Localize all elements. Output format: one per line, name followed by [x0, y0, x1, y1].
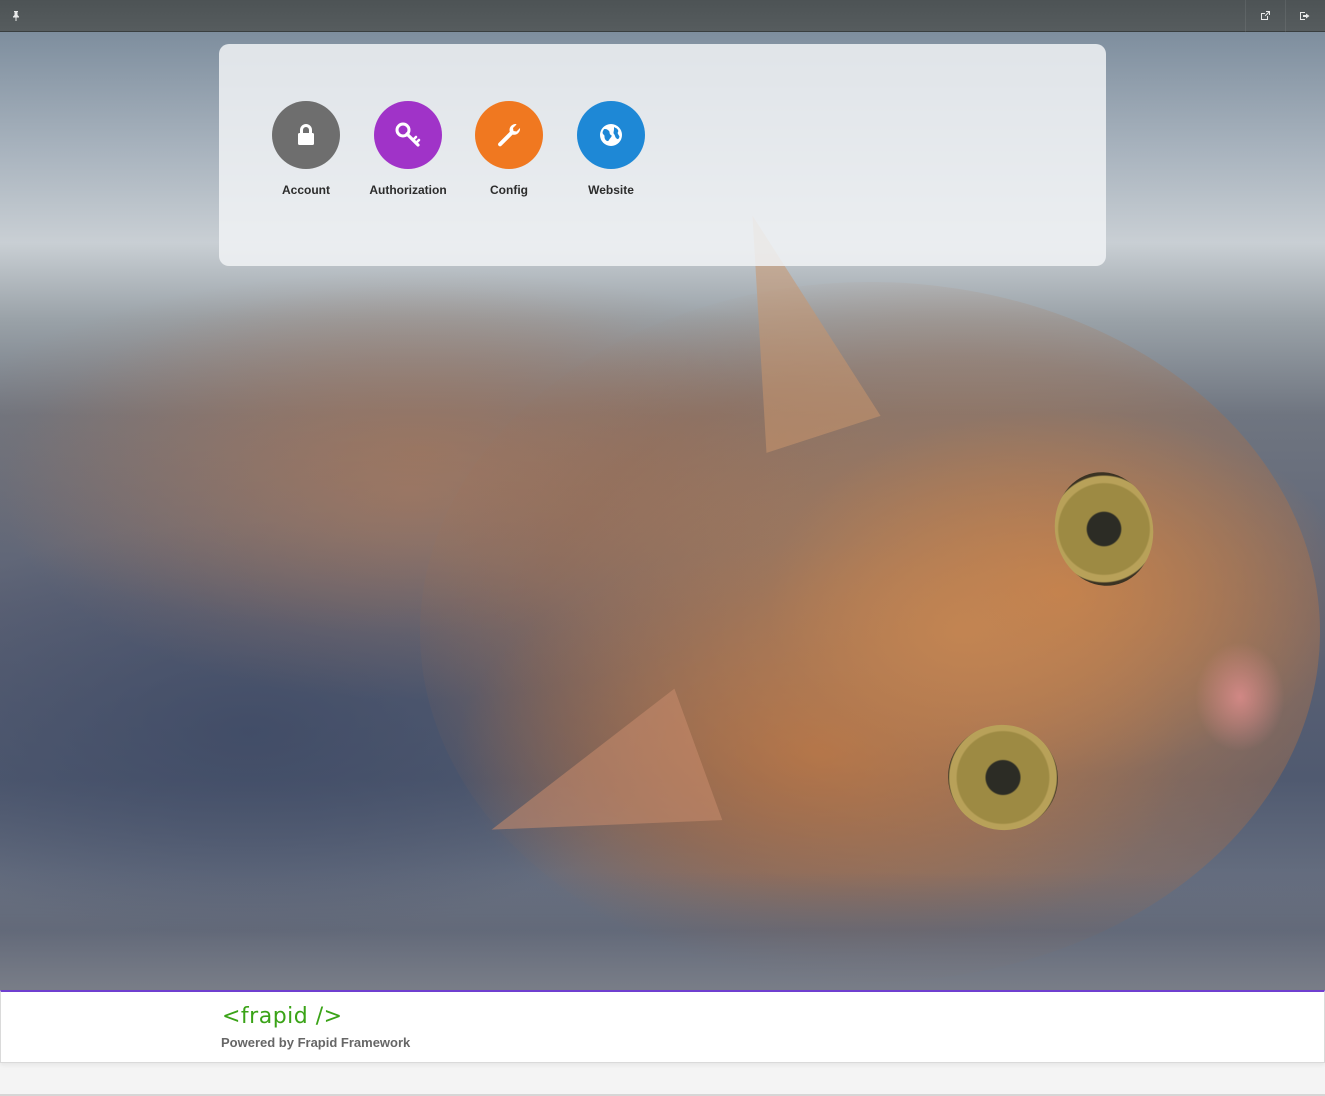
sign-out-button[interactable] — [1285, 0, 1323, 32]
app-tile-authorization[interactable]: Authorization — [363, 101, 453, 197]
app-label-authorization: Authorization — [369, 183, 447, 197]
frapid-logo[interactable]: <frapid /> — [222, 1004, 343, 1029]
top-bar — [0, 0, 1325, 32]
lock-icon — [292, 121, 320, 149]
key-icon — [394, 121, 422, 149]
pin-icon — [11, 11, 21, 21]
account-app-circle — [272, 101, 340, 169]
app-launcher-panel: Account Authorization Config Website — [219, 44, 1106, 266]
sign-out-icon — [1299, 11, 1310, 21]
globe-icon — [597, 121, 625, 149]
wrench-icon — [495, 121, 523, 149]
app-label-config: Config — [490, 183, 528, 197]
footer: <frapid /> Powered by Frapid Framework — [0, 990, 1325, 1063]
external-link-icon — [1260, 11, 1270, 21]
app-tile-website[interactable]: Website — [576, 101, 646, 197]
website-app-circle — [577, 101, 645, 169]
authorization-app-circle — [374, 101, 442, 169]
app-label-website: Website — [588, 183, 634, 197]
app-tile-config[interactable]: Config — [474, 101, 544, 197]
pin-button[interactable] — [0, 0, 32, 32]
app-tile-account[interactable]: Account — [271, 101, 341, 197]
app-label-account: Account — [282, 183, 330, 197]
powered-by-text: Powered by Frapid Framework — [221, 1035, 411, 1050]
open-external-button[interactable] — [1245, 0, 1283, 32]
config-app-circle — [475, 101, 543, 169]
